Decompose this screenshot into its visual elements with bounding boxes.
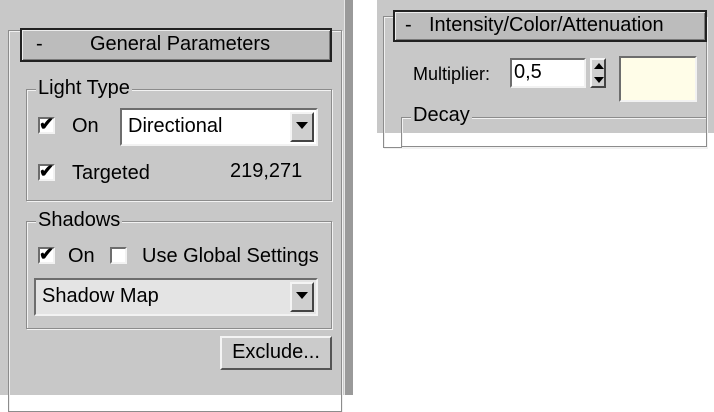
- use-global-settings-label: Use Global Settings: [142, 245, 319, 267]
- use-global-settings-checkbox[interactable]: [110, 247, 127, 264]
- chevron-down-icon[interactable]: [290, 282, 314, 312]
- light-type-label: Light Type: [36, 77, 132, 99]
- spinner-up-icon[interactable]: [594, 63, 604, 69]
- collapse-icon: -: [36, 33, 43, 55]
- check-mark-icon: ✔: [39, 114, 55, 134]
- shadows-label: Shadows: [36, 209, 123, 231]
- targeted-distance: 219,271: [230, 160, 303, 182]
- targeted-checkbox[interactable]: ✔: [38, 161, 55, 181]
- intensity-color-attenuation-panel: - Intensity/Color/Attenuation Multiplier…: [377, 0, 714, 148]
- light-type-value: Directional: [128, 115, 223, 137]
- shadows-on-label: On: [68, 245, 95, 267]
- light-type-dropdown[interactable]: Directional: [120, 108, 318, 146]
- general-parameters-panel: - General Parameters Light Type ✔ On Dir…: [0, 0, 353, 412]
- collapse-icon: -: [405, 14, 412, 36]
- check-mark-icon: ✔: [39, 244, 55, 264]
- color-swatch[interactable]: [619, 56, 697, 102]
- multiplier-spinner[interactable]: [590, 58, 606, 88]
- general-parameters-header[interactable]: - General Parameters: [20, 28, 332, 62]
- intensity-header[interactable]: - Intensity/Color/Attenuation: [393, 10, 707, 42]
- shadows-on-checkbox[interactable]: ✔: [38, 244, 55, 264]
- check-mark-icon: ✔: [39, 161, 55, 181]
- multiplier-input[interactable]: 0,5: [510, 58, 586, 88]
- chevron-down-icon[interactable]: [290, 112, 314, 142]
- multiplier-value: 0,5: [514, 61, 542, 83]
- targeted-label: Targeted: [72, 162, 150, 184]
- multiplier-label: Multiplier:: [413, 64, 491, 84]
- spinner-down-icon[interactable]: [594, 77, 604, 83]
- panel-scrollbar[interactable]: [344, 0, 353, 395]
- rollout-title: General Parameters: [90, 33, 271, 55]
- exclude-button[interactable]: Exclude...: [220, 336, 332, 370]
- rollout-title: Intensity/Color/Attenuation: [429, 14, 664, 36]
- light-on-checkbox[interactable]: ✔: [38, 114, 55, 134]
- light-on-label: On: [72, 115, 99, 137]
- shadow-type-value: Shadow Map: [42, 285, 159, 307]
- decay-label: Decay: [411, 104, 472, 126]
- shadow-type-dropdown[interactable]: Shadow Map: [34, 278, 318, 316]
